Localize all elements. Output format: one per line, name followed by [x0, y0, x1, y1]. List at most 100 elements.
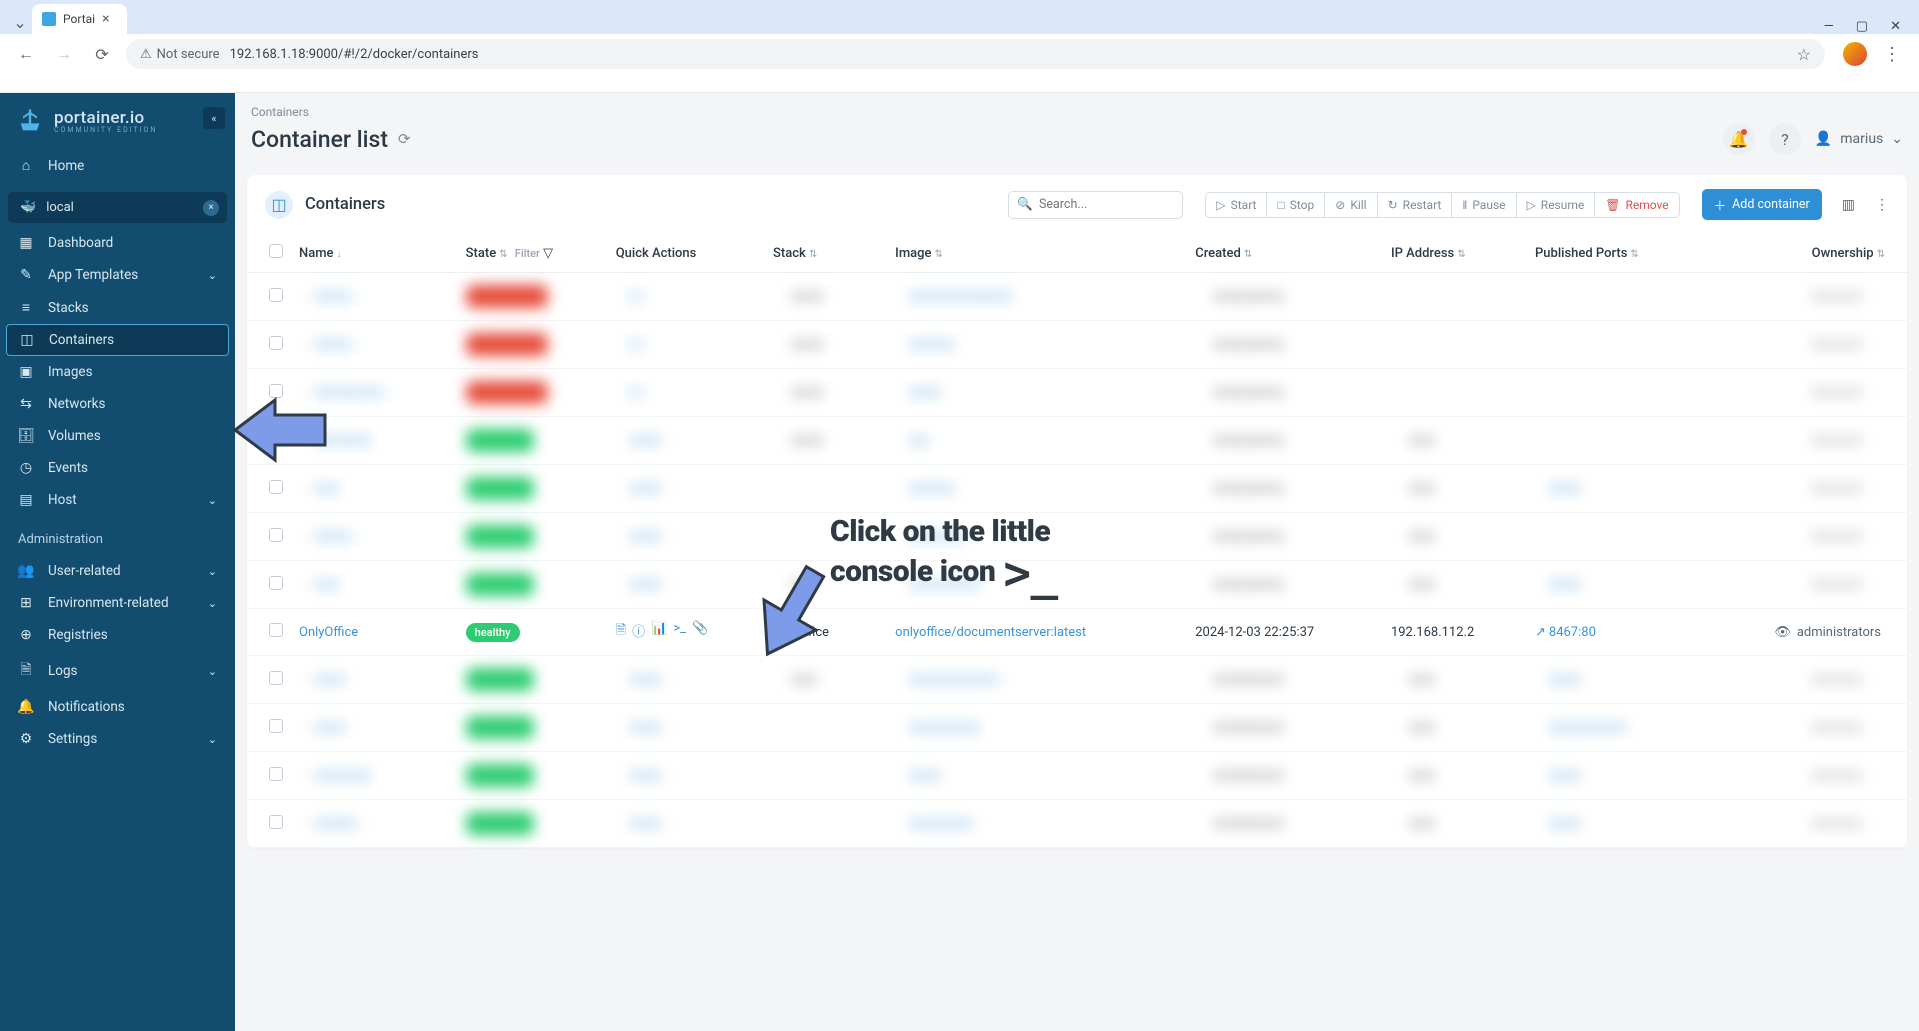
- arrow-annotation-icon: [745, 560, 835, 670]
- sidebar-item-templates[interactable]: ✎App Templates⌄: [0, 259, 235, 291]
- stats-icon[interactable]: 📊: [651, 621, 667, 643]
- row-checkbox[interactable]: [269, 719, 283, 733]
- stop-button[interactable]: □ Stop: [1267, 192, 1325, 218]
- row-checkbox[interactable]: [269, 767, 283, 781]
- sidebar-item-logs[interactable]: 🗎Logs⌄: [0, 651, 235, 691]
- page-title: Container list: [251, 126, 388, 153]
- panel-header: ◫ Containers 🔍 × ▷ Start □ Stop ⊘ Kill ↻…: [247, 175, 1907, 234]
- reload-button[interactable]: ⟳: [88, 40, 116, 68]
- address-bar: ← → ⟳ ⚠ Not secure 192.168.1.18:9000/#!/…: [0, 34, 1919, 74]
- sidebar-item-registries[interactable]: ⊕Registries: [0, 619, 235, 651]
- profile-avatar[interactable]: [1843, 42, 1867, 66]
- inspect-icon[interactable]: ⓘ: [632, 621, 645, 643]
- filter-icon[interactable]: ▽: [543, 246, 553, 261]
- col-quick-actions: Quick Actions: [608, 234, 765, 273]
- row-checkbox[interactable]: [269, 623, 283, 637]
- row-checkbox[interactable]: [269, 336, 283, 350]
- sidebar-item-events[interactable]: ◷Events: [0, 452, 235, 484]
- sidebar-item-host[interactable]: ▤Host⌄: [0, 484, 235, 516]
- col-ports[interactable]: Published Ports⇅: [1527, 234, 1703, 273]
- search-box[interactable]: 🔍 ×: [1008, 191, 1183, 219]
- user-menu[interactable]: 👤 marius ⌄: [1815, 131, 1903, 147]
- breadcrumb[interactable]: Containers: [235, 93, 1919, 123]
- container-name-link[interactable]: OnlyOffice: [299, 625, 358, 640]
- sidebar-item-home[interactable]: ⌂ Home: [0, 149, 235, 182]
- sidebar-item-user-related[interactable]: 👥User-related⌄: [0, 555, 235, 587]
- row-checkbox[interactable]: [269, 815, 283, 829]
- select-all-checkbox[interactable]: [269, 244, 283, 258]
- maximize-icon[interactable]: ▢: [1856, 19, 1868, 34]
- sidebar-item-images[interactable]: ▣Images: [0, 356, 235, 388]
- console-icon[interactable]: >_: [673, 621, 686, 643]
- resume-button[interactable]: ▷ Resume: [1517, 192, 1596, 218]
- sidebar-item-notifications[interactable]: 🔔Notifications: [0, 691, 235, 723]
- col-created[interactable]: Created⇅: [1187, 234, 1383, 273]
- search-input[interactable]: [1039, 197, 1198, 212]
- settings-label: Settings: [48, 731, 97, 747]
- row-checkbox[interactable]: [269, 671, 283, 685]
- panel-menu-icon[interactable]: ⋮: [1875, 197, 1889, 213]
- not-secure-label: Not secure: [157, 47, 220, 62]
- sidebar-item-containers[interactable]: ◫Containers: [6, 324, 229, 356]
- image-link[interactable]: onlyoffice/documentserver:latest: [895, 625, 1086, 640]
- browser-tab[interactable]: Portai ×: [32, 4, 127, 34]
- col-name[interactable]: Name↓: [291, 234, 458, 273]
- row-checkbox[interactable]: [269, 528, 283, 542]
- row-checkbox[interactable]: [269, 480, 283, 494]
- start-button[interactable]: ▷ Start: [1205, 192, 1267, 218]
- chevron-down-icon: ⌄: [208, 565, 217, 578]
- env-close-icon[interactable]: ×: [203, 200, 219, 216]
- add-container-button[interactable]: ＋ Add container: [1702, 189, 1822, 220]
- table-row: xxxxxxxxxxxxxxxxxxxxxxxxxxxxxxxxxxxxxxxx…: [247, 656, 1907, 704]
- chevron-down-icon: ⌄: [208, 597, 217, 610]
- attach-icon[interactable]: 📎: [692, 621, 708, 643]
- chevron-down-icon: ⌄: [208, 494, 217, 507]
- kill-button[interactable]: ⊘ Kill: [1325, 192, 1377, 218]
- row-checkbox[interactable]: [269, 288, 283, 302]
- state-badge: healthy: [466, 623, 520, 642]
- forward-button[interactable]: →: [50, 40, 78, 68]
- close-tab-icon[interactable]: ×: [102, 11, 109, 27]
- logs-icon[interactable]: 🗎: [616, 621, 626, 643]
- table-row: xxxxxxxxxxxxxxxxxxxxxxxxxxxxxxxxxxxxxxxx…: [247, 369, 1907, 417]
- sidebar-item-networks[interactable]: ⇆Networks: [0, 388, 235, 420]
- col-ip[interactable]: IP Address⇅: [1383, 234, 1527, 273]
- refresh-icon[interactable]: ⟳: [398, 130, 411, 148]
- bookmark-icon[interactable]: ☆: [1797, 45, 1811, 64]
- sidebar-collapse-button[interactable]: «: [203, 107, 225, 129]
- columns-icon[interactable]: ▥: [1842, 197, 1855, 213]
- sidebar-item-settings[interactable]: ⚙Settings⌄: [0, 723, 235, 755]
- col-ownership[interactable]: Ownership⇅: [1703, 234, 1907, 273]
- port-link[interactable]: ↗8467:80: [1535, 625, 1695, 640]
- sidebar-item-stacks[interactable]: ≡Stacks: [0, 291, 235, 324]
- tab-search-icon[interactable]: ⌄: [8, 10, 32, 34]
- sidebar-item-dashboard[interactable]: ▦Dashboard: [0, 227, 235, 259]
- external-link-icon: ↗: [1535, 625, 1546, 640]
- help-button[interactable]: ?: [1769, 123, 1801, 155]
- tab-bar: ⌄ Portai × — ▢ ✕: [0, 0, 1919, 34]
- back-button[interactable]: ←: [12, 40, 40, 68]
- notification-dot-icon: [1741, 129, 1747, 135]
- brand-logo[interactable]: portainer.io COMMUNITY EDITION: [0, 93, 235, 149]
- tab-title: Portai: [63, 12, 95, 26]
- portainer-icon: [16, 107, 44, 135]
- logs-icon: 🗎: [18, 659, 34, 683]
- sidebar-item-volumes[interactable]: 🗄Volumes: [0, 420, 235, 452]
- col-image[interactable]: Image⇅: [887, 234, 1187, 273]
- col-state[interactable]: State⇅ Filter ▽: [458, 234, 608, 273]
- stacks-icon: ≡: [18, 299, 34, 316]
- remove-button[interactable]: 🗑 Remove: [1595, 192, 1679, 218]
- environment-selector[interactable]: 🐳 local ×: [8, 192, 227, 223]
- sidebar-item-env-related[interactable]: ⊞Environment-related⌄: [0, 587, 235, 619]
- row-checkbox[interactable]: [269, 576, 283, 590]
- close-window-icon[interactable]: ✕: [1890, 19, 1901, 34]
- col-stack[interactable]: Stack⇅: [765, 234, 887, 273]
- restart-button[interactable]: ↻ Restart: [1378, 192, 1453, 218]
- pause-button[interactable]: ‖ Pause: [1452, 192, 1516, 218]
- chrome-menu-icon[interactable]: ⋮: [1877, 44, 1907, 65]
- created-time: 2024-12-03 22:25:37: [1195, 625, 1314, 640]
- bell-icon: 🔔: [18, 699, 34, 715]
- url-input[interactable]: ⚠ Not secure 192.168.1.18:9000/#!/2/dock…: [126, 39, 1825, 69]
- notifications-button[interactable]: 🔔: [1723, 123, 1755, 155]
- minimize-icon[interactable]: —: [1824, 19, 1834, 34]
